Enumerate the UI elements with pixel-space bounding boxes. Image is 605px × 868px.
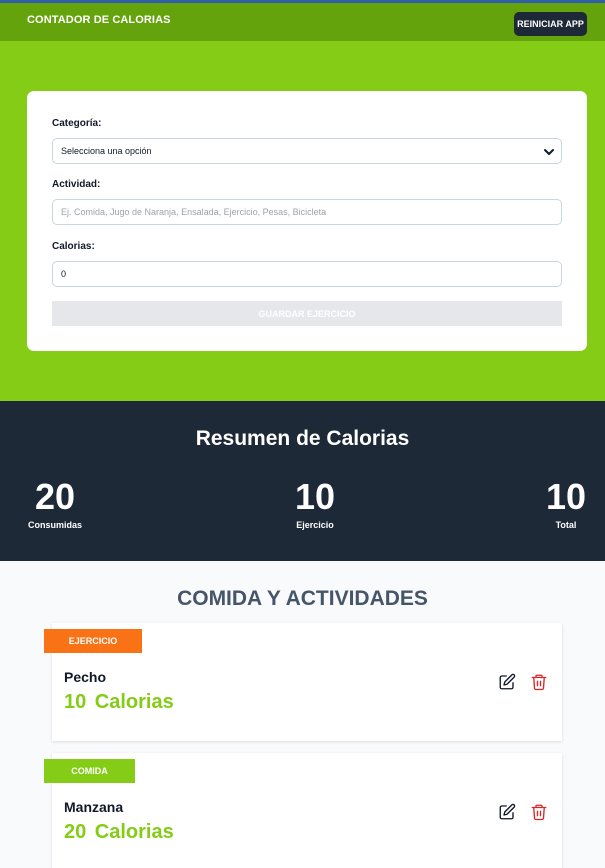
reset-app-button[interactable]: REINICIAR APP — [514, 12, 587, 36]
summary-title: Resumen de Calorias — [195, 427, 410, 450]
stat-total: 10 Total — [536, 476, 596, 531]
stat-consumed-value: 20 — [34, 476, 76, 517]
activity-input[interactable]: Ej. Comida, Jugo de Naranja, Ensalada, E… — [52, 199, 562, 225]
pencil-square-icon[interactable] — [498, 803, 516, 821]
chevron-down-icon — [544, 149, 554, 155]
stat-exercise-value: 10 — [294, 476, 336, 517]
activity-name: Pecho — [64, 669, 107, 685]
activity-form: Categoría: Selecciona una opción Activid… — [27, 91, 587, 351]
category-select[interactable]: Selecciona una opción — [52, 138, 562, 164]
save-exercise-button[interactable]: GUARDAR EJERCICIO — [52, 301, 562, 326]
category-select-value: Selecciona una opción — [61, 146, 152, 156]
activity-label: Actividad: — [52, 179, 101, 190]
calorie-summary: Resumen de Calorias 20 Consumidas 10 Eje… — [0, 401, 605, 561]
app-title: CONTADOR DE CALORIAS — [27, 14, 171, 26]
stat-exercise-label: Ejercicio — [296, 520, 334, 530]
activity-card: COMIDA Manzana 20 Calorias — [44, 753, 562, 868]
activity-calories: 10 Calorias — [64, 691, 174, 713]
activity-card: EJERCICIO Pecho 10 Calorias — [44, 623, 562, 741]
calories-input[interactable]: 0 — [52, 261, 562, 287]
calories-input-value: 0 — [61, 269, 67, 279]
activity-name: Manzana — [64, 799, 124, 815]
trash-icon[interactable] — [530, 673, 548, 691]
calories-label: Calorias: — [52, 241, 95, 252]
activity-calories: 20 Calorias — [64, 821, 174, 843]
stat-consumed-label: Consumidas — [27, 520, 82, 530]
stat-total-label: Total — [555, 520, 577, 530]
activities-title: COMIDA Y ACTIVIDADES — [177, 587, 428, 610]
stat-consumed: 20 Consumidas — [20, 476, 90, 531]
app-header: CONTADOR DE CALORIAS REINICIAR APP — [0, 3, 605, 41]
stat-exercise: 10 Ejercicio — [280, 476, 350, 531]
stat-total-value: 10 — [545, 476, 587, 517]
trash-icon[interactable] — [530, 803, 548, 821]
pencil-square-icon[interactable] — [498, 673, 516, 691]
activity-input-placeholder: Ej. Comida, Jugo de Naranja, Ensalada, E… — [61, 207, 327, 217]
category-badge-exercise: EJERCICIO — [44, 629, 142, 653]
category-badge-food: COMIDA — [44, 759, 135, 783]
category-label: Categoría: — [52, 118, 102, 129]
